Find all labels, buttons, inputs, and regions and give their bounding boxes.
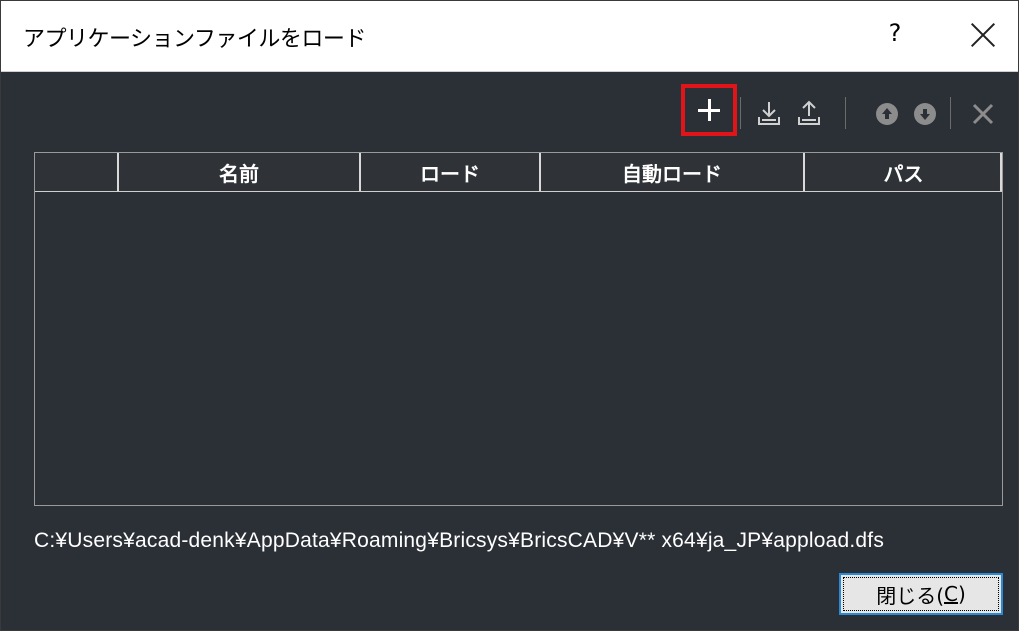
toolbar-separator [950,97,951,129]
column-header-path[interactable]: パス [803,153,1002,191]
application-file-table[interactable]: 名前 ロード 自動ロード パス [34,152,1003,506]
toolbar-separator [845,97,846,129]
load-icon [758,102,780,125]
close-icon [972,103,994,125]
unload-icon [798,100,820,125]
column-header-blank[interactable] [35,153,117,191]
column-header-name[interactable]: 名前 [117,153,359,191]
column-header-autoload[interactable]: 自動ロード [539,153,803,191]
load-button[interactable] [749,94,789,134]
table-header: 名前 ロード 自動ロード パス [35,153,1002,192]
move-up-button[interactable] [867,94,907,134]
title-bar: アプリケーションファイルをロード ? [1,1,1018,72]
toolbar-separator [740,97,741,129]
column-header-load[interactable]: ロード [359,153,539,191]
arrow-up-circle-icon [876,103,898,125]
dialog-title: アプリケーションファイルをロード [23,27,366,52]
appload-dialog: アプリケーションファイルをロード ? 名前 ロード 自動ロード パス C:¥Us… [0,0,1019,631]
close-button-text: 閉じる( [876,583,945,608]
unload-button[interactable] [789,94,829,134]
close-button-text-end: ) [957,582,966,606]
header-divider [1000,153,1002,191]
add-file-button[interactable] [681,84,737,136]
help-button[interactable]: ? [885,19,905,47]
close-button-label: 閉じる(C) [843,577,999,611]
arrow-down-circle-icon [914,103,936,125]
remove-button[interactable] [963,94,1003,134]
move-down-button[interactable] [905,94,945,134]
close-icon[interactable] [969,21,997,49]
close-dialog-button[interactable]: 閉じる(C) [839,573,1003,615]
plus-icon [698,99,720,121]
close-button-accelerator: C [944,582,958,606]
appload-file-path: C:¥Users¥acad-denk¥AppData¥Roaming¥Brics… [34,529,885,552]
